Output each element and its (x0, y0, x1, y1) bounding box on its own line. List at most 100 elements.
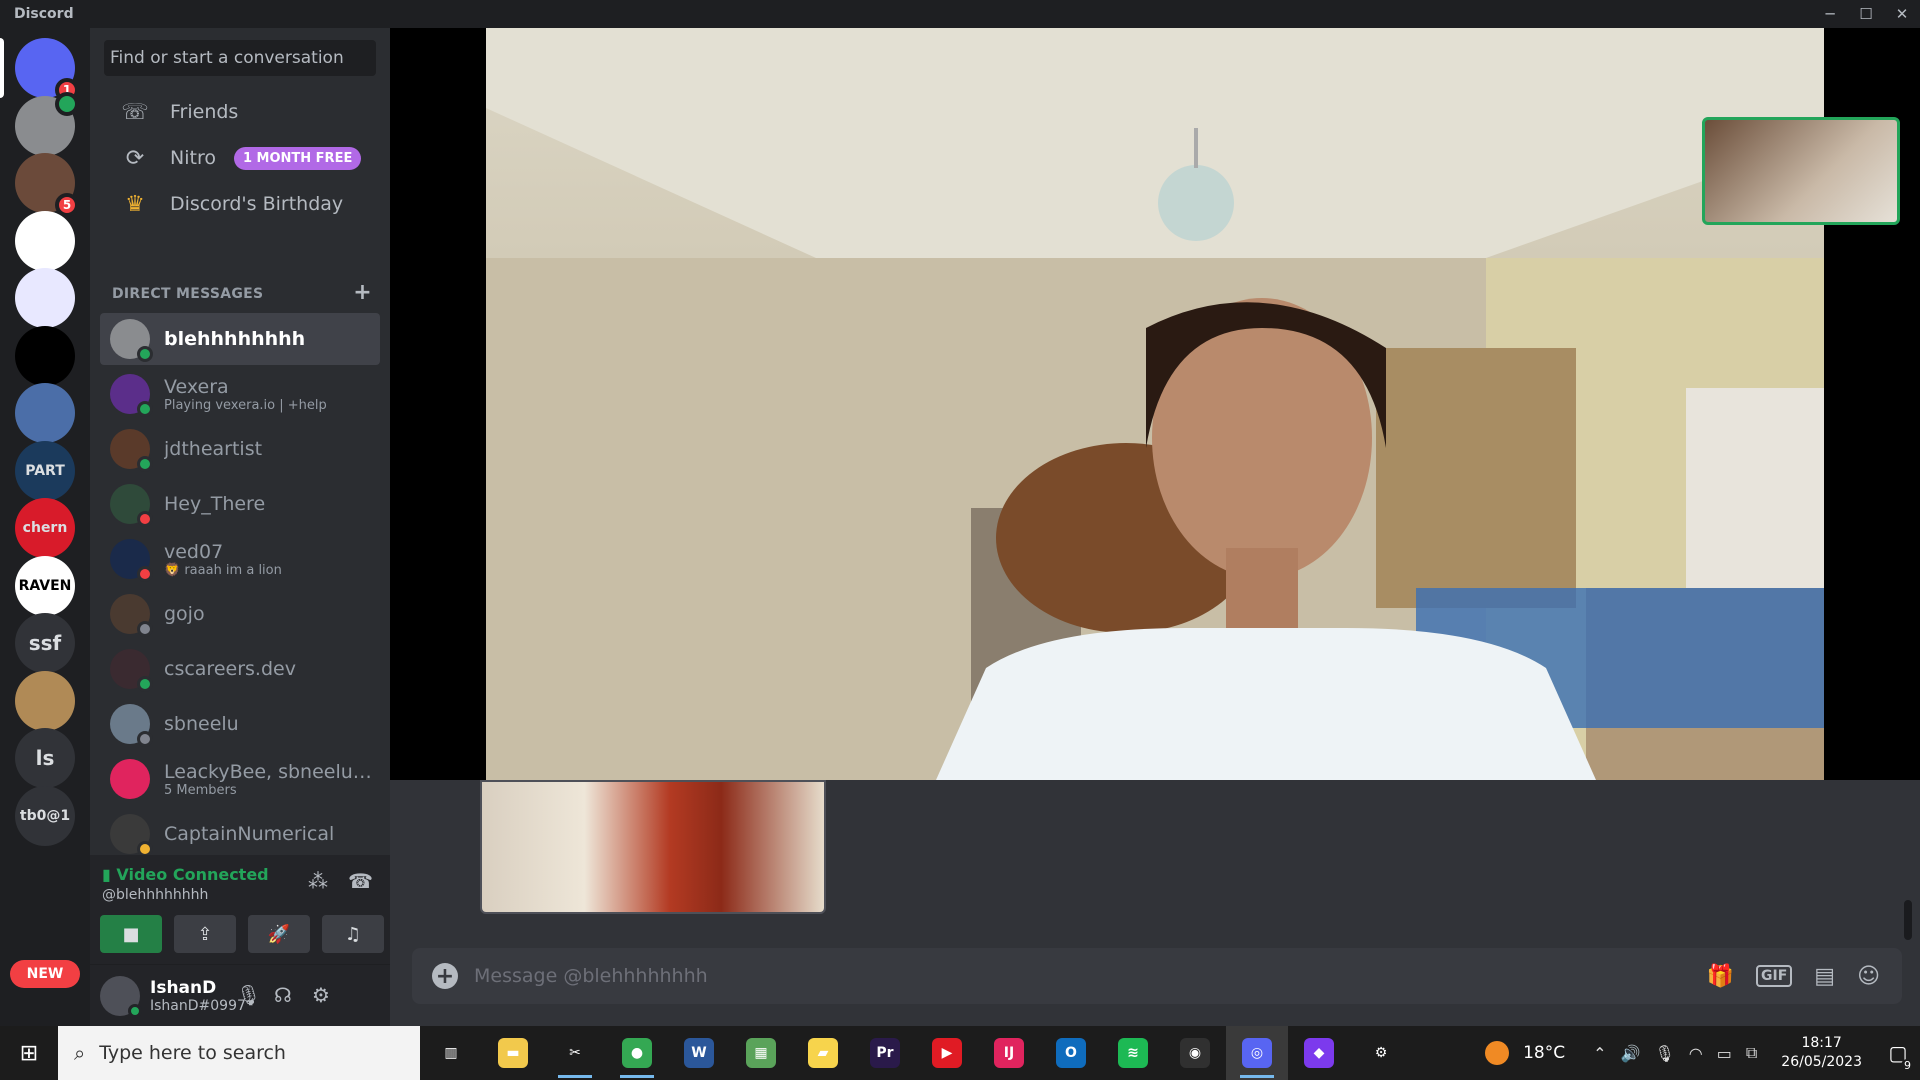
mic-icon[interactable]: 🎙 (236, 983, 261, 1007)
server-icon-s5[interactable] (15, 325, 75, 386)
server-icon-s12[interactable]: ls (15, 728, 75, 788)
main-video-feed[interactable] (486, 28, 1824, 780)
minimize-button[interactable]: ─ (1812, 0, 1848, 28)
snipping-tool-icon[interactable]: ✂ (544, 1026, 606, 1080)
premiere-glyph: Pr (870, 1038, 900, 1068)
create-dm-icon[interactable]: + (353, 282, 372, 304)
noise-suppression-icon[interactable]: ⁂ (308, 869, 328, 893)
weather-sun-icon (1485, 1041, 1510, 1065)
chevron-up-icon[interactable]: ⌃ (1593, 1044, 1606, 1063)
dm-item[interactable]: blehhhhhhhh (100, 313, 380, 365)
settings-icon[interactable]: ⚙ (1350, 1026, 1412, 1080)
premiere-icon[interactable]: Pr (854, 1026, 916, 1080)
nav-friends-label: Friends (170, 101, 239, 123)
youtube-music-icon[interactable]: ▶ (916, 1026, 978, 1080)
chat-image-attachment[interactable] (480, 780, 826, 914)
nav-friends[interactable]: ☏ Friends (100, 88, 380, 136)
discord-glyph: ◎ (1242, 1038, 1272, 1068)
sticker-icon[interactable]: ▤ (1814, 964, 1835, 989)
activity-button[interactable]: 🚀 (248, 915, 310, 953)
server-icon-s3[interactable] (15, 210, 75, 271)
dm-search-input[interactable]: Find or start a conversation (104, 40, 376, 76)
file-explorer-icon[interactable]: ▬ (482, 1026, 544, 1080)
taskbar-search[interactable]: ⌕ Type here to search (58, 1026, 420, 1080)
excel-icon[interactable]: ▦ (730, 1026, 792, 1080)
nav-birthday[interactable]: ♛ Discord's Birthday (100, 180, 380, 228)
server-icon-s1[interactable] (15, 91, 79, 156)
mic-tray-icon[interactable]: 🎙 (1654, 1044, 1674, 1063)
dm-item[interactable]: ved07 🦁 raaah im a lion (100, 533, 380, 585)
screen-share-button[interactable]: ⇪ (174, 915, 236, 953)
status-dnd-icon (137, 511, 153, 527)
settings-gear-icon[interactable]: ⚙ (312, 983, 330, 1007)
server-icon-home[interactable]: 1 (15, 38, 79, 102)
gift-icon[interactable]: 🎁 (1707, 964, 1734, 989)
obs-icon[interactable]: ◉ (1164, 1026, 1226, 1080)
soundboard-button[interactable]: ♫ (322, 915, 384, 953)
add-attachment-icon[interactable]: + (432, 963, 458, 989)
nav-nitro-label: Nitro (170, 147, 216, 169)
server-icon-s7[interactable]: PART (15, 440, 75, 501)
discord-icon[interactable]: ◎ (1226, 1026, 1288, 1080)
nav-nitro[interactable]: ⟳ Nitro 1 MONTH FREE (100, 134, 380, 182)
camera-button[interactable]: ■ (100, 915, 162, 953)
avatar (110, 319, 153, 362)
gif-button[interactable]: GIF (1756, 965, 1793, 987)
message-input[interactable]: Message @blehhhhhhhh (474, 965, 1707, 987)
dm-item[interactable]: LeackyBee, sbneelu, s... 5 Members (100, 753, 380, 805)
dm-item[interactable]: gojo (100, 588, 380, 640)
close-button[interactable]: ✕ (1884, 0, 1920, 28)
dm-item[interactable]: cscareers.dev (100, 643, 380, 695)
emoji-icon[interactable]: ☺ (1857, 964, 1880, 989)
dm-item[interactable]: Vexera Playing vexera.io | +help (100, 368, 380, 420)
chat-area: + Message @blehhhhhhhh 🎁 GIF ▤ ☺ (390, 780, 1920, 1026)
task-view-icon[interactable]: ▥ (420, 1026, 482, 1080)
spotify-icon[interactable]: ≋ (1102, 1026, 1164, 1080)
server-icon-s10[interactable]: ssf (15, 613, 75, 673)
sticky-notes-icon[interactable]: ▰ (792, 1026, 854, 1080)
dm-item[interactable]: jdtheartist (100, 423, 380, 475)
display-icon[interactable]: ⧉ (1746, 1043, 1757, 1063)
voice-panel: ▮ Video Connected @blehhhhhhhh ⁂ ☎ ■ ⇪ 🚀… (90, 855, 390, 965)
nitro-icon: ⟳ (125, 145, 145, 171)
server-icon-s2[interactable]: 5 (15, 153, 79, 217)
message-composer[interactable]: + Message @blehhhhhhhh 🎁 GIF ▤ ☺ (412, 948, 1902, 1004)
dm-item[interactable]: sbneelu (100, 698, 380, 750)
username: IshanD (150, 977, 217, 998)
obsidian-icon[interactable]: ◆ (1288, 1026, 1350, 1080)
server-icon-s11[interactable] (15, 670, 75, 731)
battery-icon[interactable]: ▭ (1717, 1044, 1732, 1063)
maximize-button[interactable]: ☐ (1848, 0, 1884, 28)
headphones-icon[interactable]: ☊ (274, 983, 292, 1007)
avatar[interactable] (100, 975, 142, 1018)
disconnect-icon[interactable]: ☎ (348, 869, 373, 893)
dm-item[interactable]: Hey_There (100, 478, 380, 530)
weather-widget[interactable]: 18°C (1485, 1041, 1565, 1065)
clock[interactable]: 18:17 26/05/2023 (1781, 1034, 1862, 1072)
spotify-glyph: ≋ (1118, 1038, 1148, 1068)
server-icon-s9[interactable]: RAVEN (15, 555, 75, 616)
server-icon-s4[interactable] (15, 268, 75, 328)
chrome-icon[interactable]: ● (606, 1026, 668, 1080)
volume-icon[interactable]: 🔊 (1621, 1044, 1641, 1063)
dm-item[interactable]: CaptainNumerical (100, 808, 380, 860)
outlook-icon[interactable]: O (1040, 1026, 1102, 1080)
chat-scrollbar[interactable] (1904, 900, 1912, 940)
intellij-glyph: IJ (994, 1038, 1024, 1068)
self-video-pip[interactable] (1702, 117, 1900, 225)
new-badge[interactable]: NEW (10, 960, 80, 988)
friends-icon: ☏ (121, 99, 149, 125)
server-icon-s8[interactable]: chern (15, 498, 75, 558)
dm-name: CaptainNumerical (164, 823, 335, 845)
avatar (110, 814, 153, 857)
title-bar: Discord ─ ☐ ✕ (0, 0, 1920, 28)
notification-center-icon[interactable]: ▢ 9 (1876, 1026, 1920, 1080)
status-online-icon (137, 346, 153, 362)
windows-start-icon[interactable]: ⊞ (0, 1026, 58, 1080)
wifi-icon[interactable]: ◠ (1689, 1044, 1703, 1063)
server-icon-s6[interactable] (15, 383, 75, 443)
server-icon-s13[interactable]: tb0@1 (15, 785, 75, 846)
voice-channel[interactable]: @blehhhhhhhh (102, 887, 208, 903)
word-icon[interactable]: W (668, 1026, 730, 1080)
intellij-icon[interactable]: IJ (978, 1026, 1040, 1080)
